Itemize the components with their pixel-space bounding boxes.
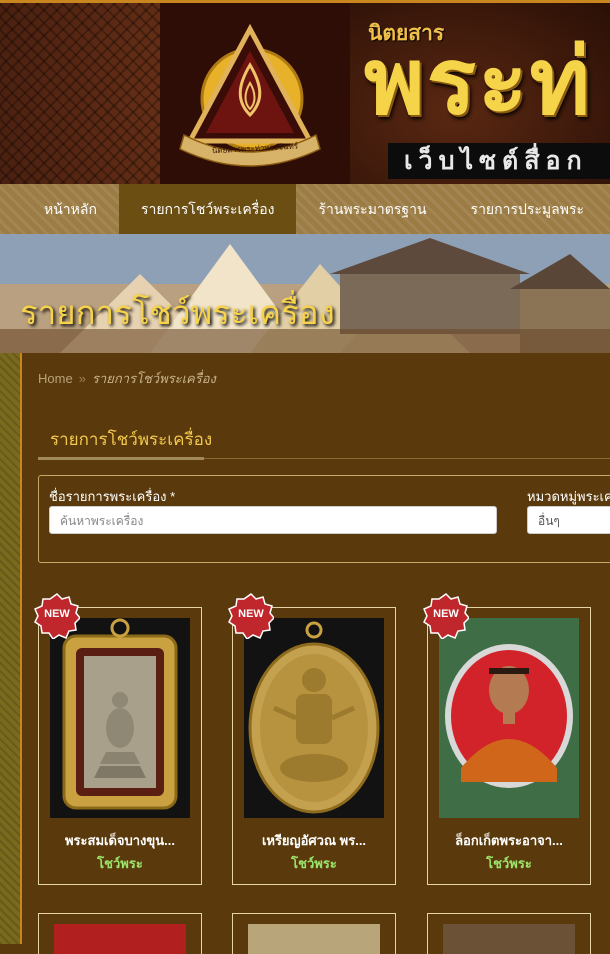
section-tab-underline (38, 457, 204, 460)
product-image[interactable] (439, 618, 579, 818)
site-title: พระท่ (364, 27, 593, 135)
product-image[interactable] (443, 924, 575, 954)
new-badge-icon: NEW (423, 593, 469, 639)
product-name[interactable]: ล็อกเก็ตพระอาจา... (428, 830, 590, 851)
product-category: โชว์พระ (486, 856, 532, 871)
product-category: โชว์พระ (291, 856, 337, 871)
category-select[interactable]: อื่นๆ (527, 506, 610, 534)
product-card[interactable] (232, 913, 396, 954)
product-image[interactable] (248, 924, 380, 954)
product-card[interactable]: ล็อกเก็ตพระอาจา... โชว์พระ (427, 607, 591, 885)
product-image[interactable] (50, 618, 190, 818)
amulet-search-input[interactable]: ค้นหาพระเครื่อง (49, 506, 497, 534)
left-pattern-strip (0, 353, 22, 944)
new-badge-icon: NEW (228, 593, 274, 639)
nav-item-home[interactable]: หน้าหลัก (22, 184, 119, 234)
nav-item-standard-shops[interactable]: ร้านพระมาตรฐาน (296, 184, 448, 234)
section-title[interactable]: รายการโชว์พระเครื่อง (50, 426, 212, 453)
main-nav: หน้าหลัก รายการโชว์พระเครื่อง ร้านพระมาต… (0, 184, 610, 234)
breadcrumb: Home » รายการโชว์พระเครื่อง (38, 368, 216, 389)
hero-banner: รายการโชว์พระเครื่อง (0, 234, 610, 353)
nav-pattern-spacer (0, 184, 22, 234)
product-name[interactable]: พระสมเด็จบางขุน... (39, 830, 201, 851)
product-card[interactable] (427, 913, 591, 954)
amulet-name-label: ชื่อรายการพระเครื่อง * (49, 489, 176, 504)
hero-title: รายการโชว์พระเครื่อง (20, 294, 335, 331)
site-title-panel: นิตยสาร พระท่ เว็บไซต์สื่อก (350, 3, 610, 184)
product-card[interactable]: เหรียญอัศวณ พร... โชว์พระ (232, 607, 396, 885)
nav-item-amulet-show[interactable]: รายการโชว์พระเครื่อง (118, 184, 297, 234)
logo-emblem-icon (179, 23, 321, 167)
new-badge-text: NEW (433, 608, 459, 620)
new-badge-text: NEW (238, 608, 264, 620)
product-name[interactable]: เหรียญอัศวณ พร... (233, 830, 395, 851)
breadcrumb-current: รายการโชว์พระเครื่อง (91, 371, 216, 386)
new-badge-text: NEW (44, 608, 70, 620)
site-logo[interactable]: นิตยสารพระท่าพระจันทร์ (160, 3, 350, 184)
website-strip: เว็บไซต์สื่อก (388, 143, 610, 179)
category-label: หมวดหมู่พระเค (527, 489, 610, 504)
product-image[interactable] (244, 618, 384, 818)
search-filter-panel: ชื่อรายการพระเครื่อง * ค้นหาพระเครื่อง ห… (38, 475, 610, 563)
product-card[interactable] (38, 913, 202, 954)
nav-item-auctions[interactable]: รายการประมูลพระ (449, 184, 606, 234)
main-content: Home » รายการโชว์พระเครื่อง รายการโชว์พระเ… (22, 353, 610, 954)
new-badge-icon: NEW (34, 593, 80, 639)
breadcrumb-separator: » (78, 371, 86, 386)
product-card[interactable]: พระสมเด็จบางขุน... โชว์พระ (38, 607, 202, 885)
product-image[interactable] (54, 924, 186, 954)
product-category: โชว์พระ (97, 856, 143, 871)
site-header-banner: นิตยสารพระท่าพระจันทร์ นิตยสาร พระท่ เว็… (0, 3, 610, 184)
breadcrumb-home-link[interactable]: Home (38, 371, 73, 386)
